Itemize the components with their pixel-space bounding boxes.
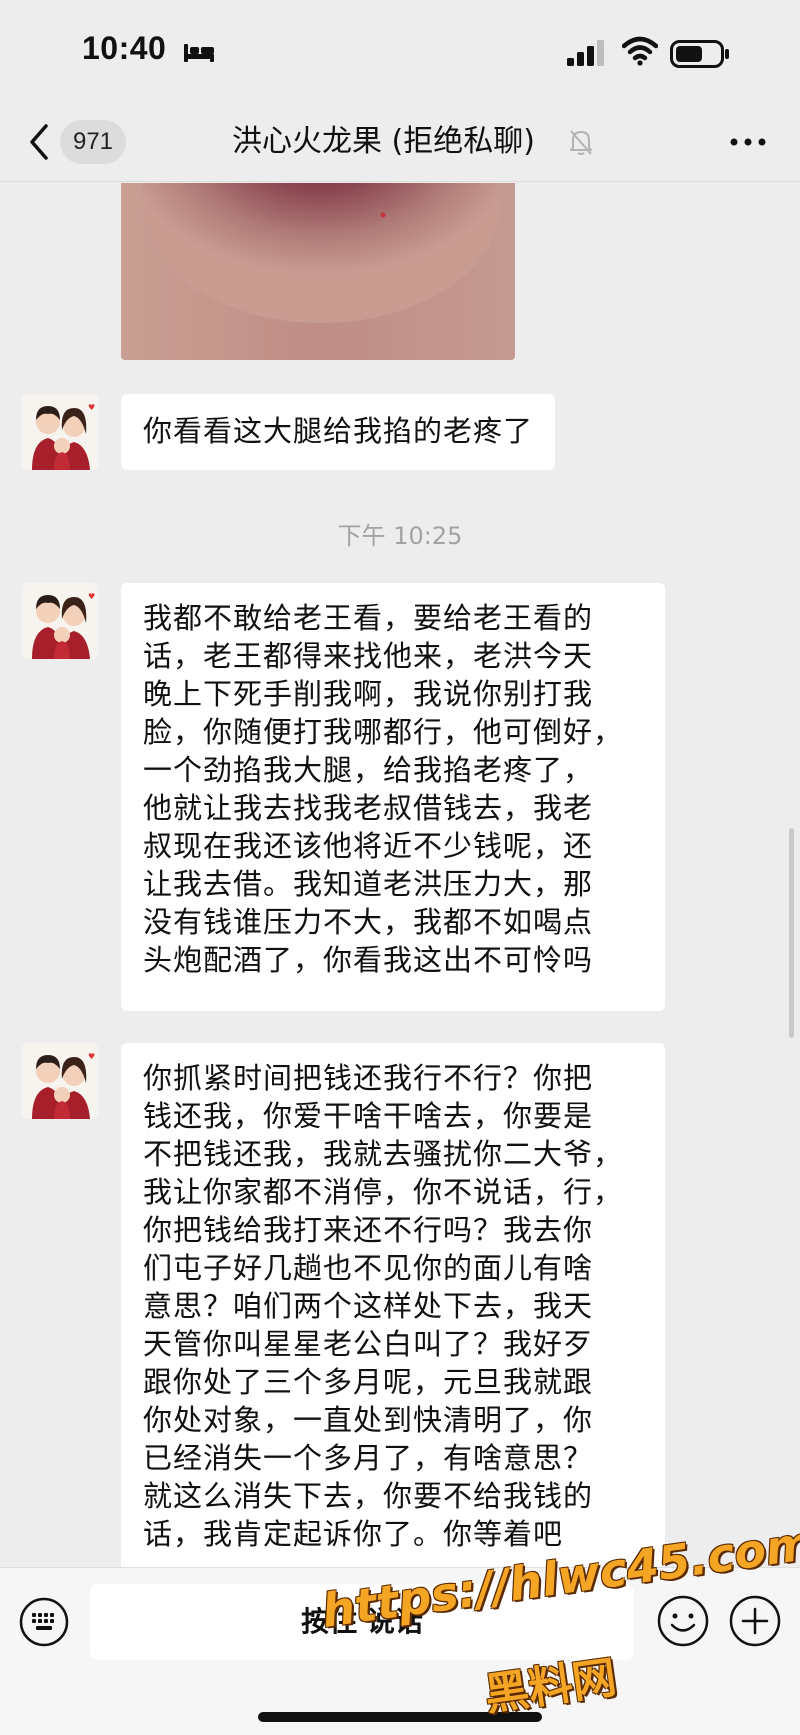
plus-icon[interactable] bbox=[728, 1594, 782, 1648]
svg-text:♥: ♥ bbox=[88, 592, 95, 601]
unread-count-badge[interactable]: 971 bbox=[60, 120, 126, 164]
chat-messages[interactable]: ♥ 你看看这大腿给我掐的老疼了 下午 10:25 ♥ 我都不敢给老王看，要给老王… bbox=[0, 183, 800, 1567]
bed-icon bbox=[184, 44, 214, 62]
avatar[interactable]: ♥ bbox=[22, 583, 98, 659]
hold-to-talk-button[interactable]: 按住 说话 bbox=[90, 1584, 634, 1660]
chat-title: 洪心火龙果 (拒绝私聊) bbox=[232, 124, 535, 159]
signal-icon bbox=[567, 40, 604, 66]
mute-bell-icon bbox=[570, 130, 592, 155]
back-chevron-icon[interactable] bbox=[26, 122, 52, 162]
message-bubble[interactable]: 你抓紧时间把钱还我行不行？你把 钱还我，你爱干啥干啥去，你要是 不把钱还我，我就… bbox=[121, 1043, 665, 1567]
more-icon[interactable] bbox=[728, 136, 768, 148]
input-bar: 按住 说话 bbox=[0, 1567, 800, 1735]
battery-icon bbox=[670, 40, 729, 68]
status-time: 10:40 bbox=[82, 30, 167, 66]
avatar[interactable]: ♥ bbox=[22, 394, 98, 470]
message-bubble[interactable]: 你看看这大腿给我掐的老疼了 bbox=[121, 394, 556, 470]
avatar[interactable]: ♥ bbox=[22, 1043, 98, 1119]
photo-thumbnail[interactable] bbox=[121, 183, 515, 360]
svg-text:♥: ♥ bbox=[88, 1052, 95, 1061]
scrollbar[interactable] bbox=[789, 828, 794, 1038]
message-bubble[interactable]: 我都不敢给老王看，要给老王看的 话，老王都得来找他来，老洪今天 晚上下死手削我啊… bbox=[121, 583, 665, 1011]
wifi-icon bbox=[622, 36, 658, 66]
keyboard-icon[interactable] bbox=[18, 1596, 70, 1648]
status-bar: 10:40 bbox=[0, 0, 800, 100]
svg-text:♥: ♥ bbox=[88, 403, 95, 412]
chat-header: 971 洪心火龙果 (拒绝私聊) bbox=[0, 100, 800, 182]
emoji-icon[interactable] bbox=[656, 1594, 710, 1648]
time-divider: 下午 10:25 bbox=[337, 522, 463, 550]
home-indicator bbox=[258, 1712, 542, 1722]
